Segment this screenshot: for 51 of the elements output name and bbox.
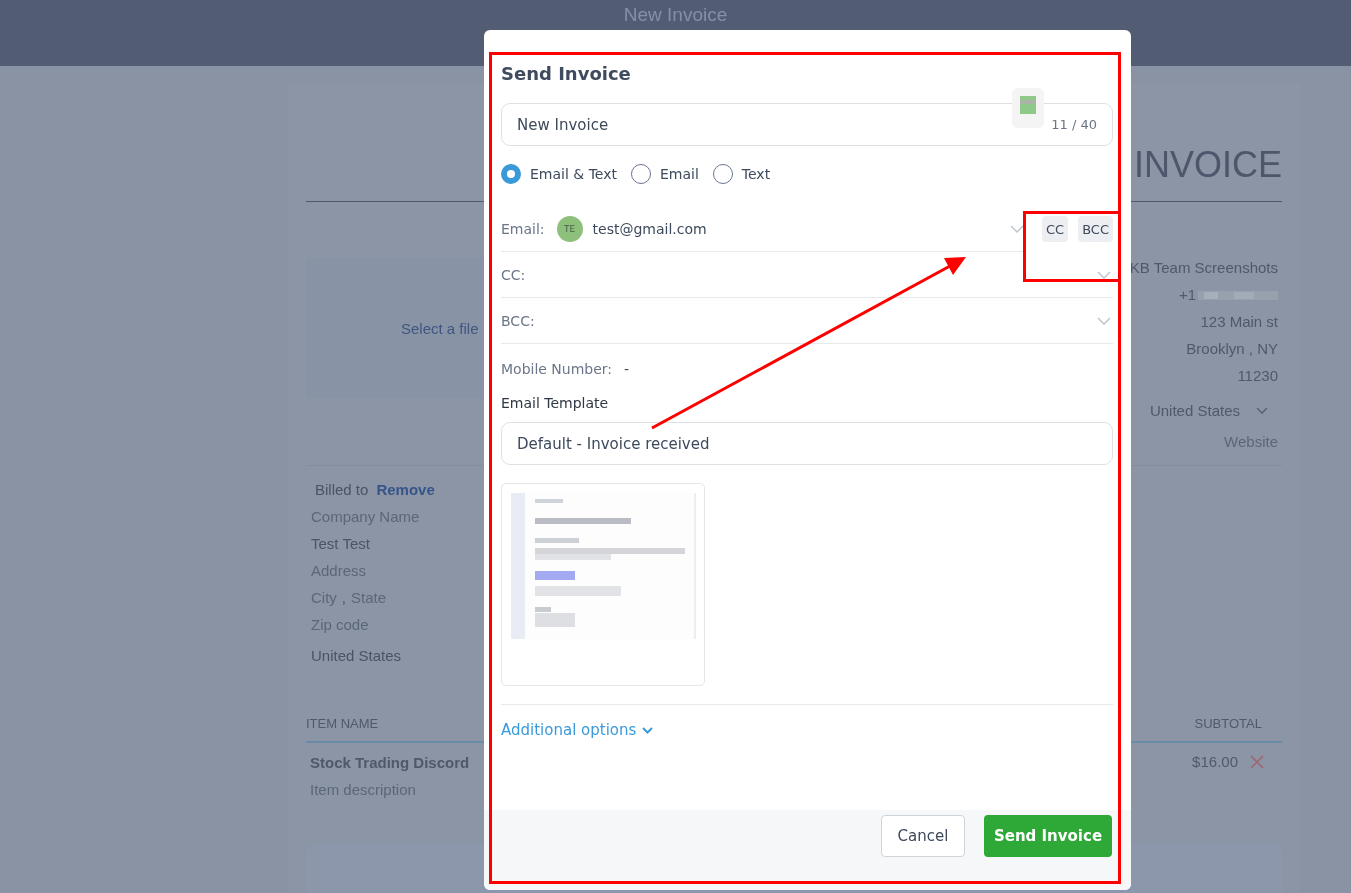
channel-radio[interactable]: Email xyxy=(631,164,699,184)
template-preview[interactable] xyxy=(501,483,705,686)
recipient-field[interactable]: Email: TE test@gmail.com xyxy=(501,206,1024,252)
toggle-button[interactable]: BCC xyxy=(1078,216,1113,242)
chevron-icon xyxy=(642,726,654,734)
recipient-address: test@gmail.com xyxy=(592,220,707,237)
item-subtotal: $16.00 xyxy=(1192,753,1238,770)
company-address: 123 Main st xyxy=(1200,312,1278,332)
column-header: ITEM NAME xyxy=(306,716,379,731)
delete-icon[interactable] xyxy=(1250,755,1264,769)
recipient-field[interactable]: BCC: xyxy=(501,298,1113,344)
billed-to-label: Billed to xyxy=(315,480,369,500)
remove-link[interactable]: Remove xyxy=(376,476,435,503)
radio-label: Email & Text xyxy=(530,166,617,182)
company-name: KB Team Screenshots xyxy=(1129,258,1278,278)
invoice-heading: INVOICE xyxy=(1133,143,1282,187)
template-select[interactable]: Default - Invoice received xyxy=(501,422,1113,465)
radio-label: Text xyxy=(741,166,771,182)
template-value: Default - Invoice received xyxy=(517,434,710,453)
recipient-label: BCC: xyxy=(501,312,535,329)
mobile-label: Mobile Number: xyxy=(501,361,613,377)
additional-options-link[interactable]: Additional options xyxy=(501,704,1113,739)
channel-radio[interactable]: Text xyxy=(712,164,771,184)
mobile-value: - xyxy=(624,361,630,377)
item-name: Stock Trading Discord xyxy=(310,753,471,773)
dialog-title: Send Invoice xyxy=(501,63,632,84)
chevron-icon xyxy=(1256,406,1268,415)
phone-prefix: +1 xyxy=(1178,285,1196,305)
recipient-label: CC: xyxy=(501,266,526,283)
company-city: Brooklyn , NY xyxy=(1186,339,1278,359)
recipient-label: Email: xyxy=(501,220,545,237)
subject-field[interactable]: New Invoice 11 / 40 xyxy=(501,103,1113,146)
column-header: SUBTOTAL xyxy=(1194,716,1262,731)
cancel-button[interactable]: Cancel xyxy=(881,815,965,857)
character-counter: 11 / 40 xyxy=(1051,117,1097,132)
subject-value: New Invoice xyxy=(517,115,609,134)
avatar: TE xyxy=(556,215,583,242)
template-label: Email Template xyxy=(501,395,610,411)
client-country: United States xyxy=(311,646,403,666)
company-zip: 11230 xyxy=(1237,366,1278,386)
separator-text: , xyxy=(341,588,346,608)
channel-radio[interactable]: Email & Text xyxy=(501,164,617,184)
client-name: Test Test xyxy=(311,534,371,554)
chevron-icon xyxy=(1097,316,1111,325)
chevron-icon xyxy=(1097,270,1111,279)
send-button[interactable]: Send Invoice xyxy=(984,815,1112,857)
toggle-button[interactable]: CC xyxy=(1042,216,1069,242)
radio-label: Email xyxy=(660,166,699,182)
chevron-icon xyxy=(1010,224,1024,233)
pixelated-icon xyxy=(1012,88,1044,128)
upload-link[interactable]: Select a file xyxy=(401,319,479,337)
